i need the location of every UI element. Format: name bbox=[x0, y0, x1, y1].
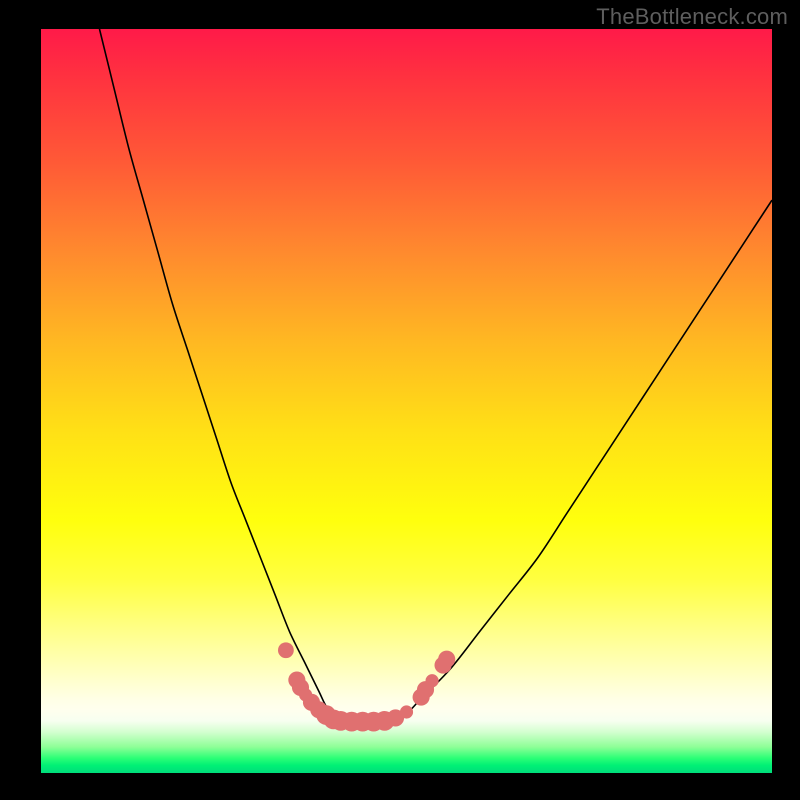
plot-area bbox=[41, 29, 772, 773]
curve-marker bbox=[426, 674, 439, 687]
watermark-text: TheBottleneck.com bbox=[596, 4, 788, 30]
bottleneck-curve bbox=[41, 29, 772, 773]
curve-markers bbox=[278, 642, 455, 731]
curve-line bbox=[99, 29, 772, 721]
chart-frame: TheBottleneck.com bbox=[0, 0, 800, 800]
curve-marker bbox=[438, 651, 455, 668]
curve-marker bbox=[400, 705, 413, 718]
curve-marker bbox=[278, 642, 294, 658]
